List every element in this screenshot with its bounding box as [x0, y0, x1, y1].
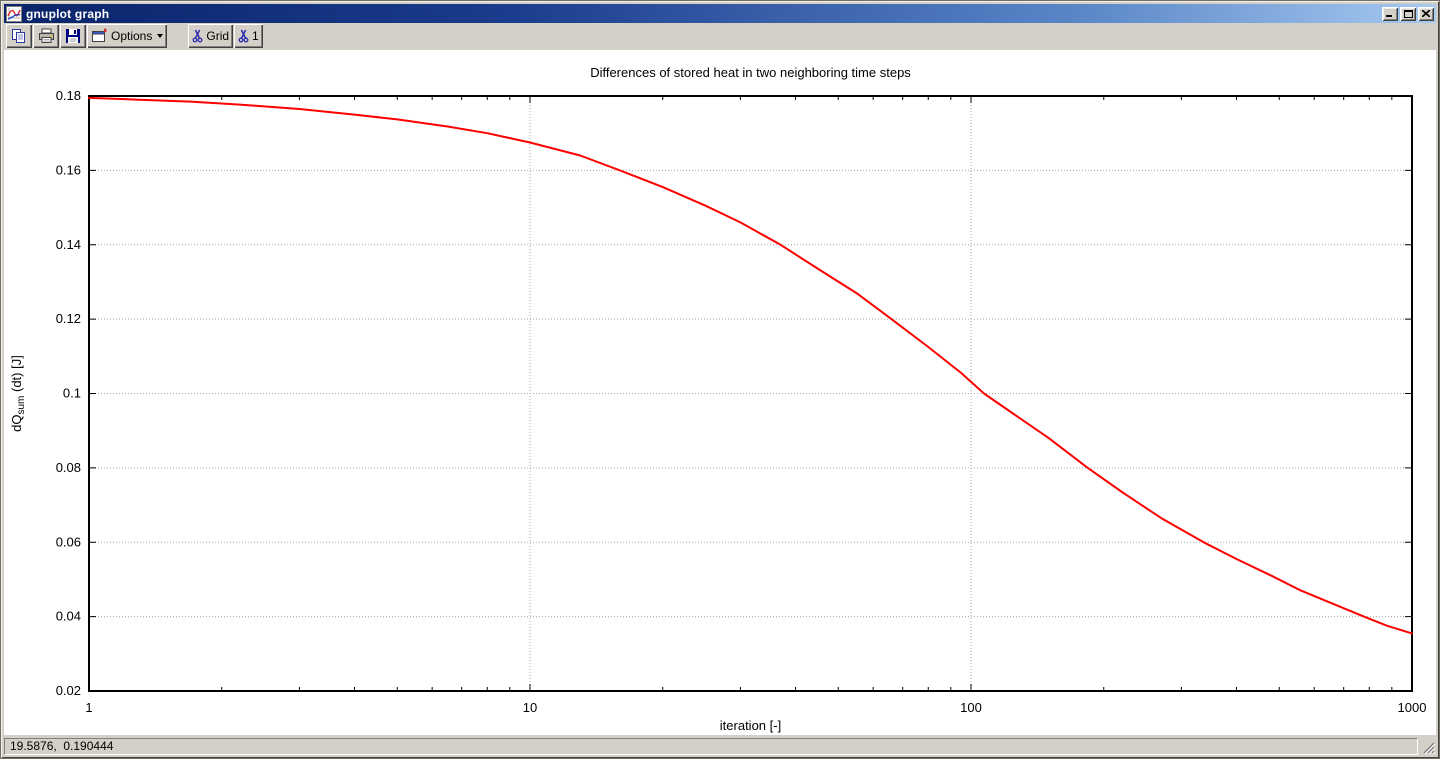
copy-button[interactable] [6, 24, 32, 48]
plot-1-button-label: 1 [252, 29, 259, 43]
mouse-coordinates: 19.5876, 0.190444 [10, 739, 113, 753]
y-tick-label: 0.06 [56, 534, 81, 549]
window-controls [1382, 7, 1434, 21]
plot-1-toggle-button[interactable]: 1 [234, 24, 263, 48]
y-tick-label: 0.1 [63, 386, 81, 401]
y-tick-label: 0.12 [56, 311, 81, 326]
y-tick-label: 0.14 [56, 237, 81, 252]
toolbar: Options Grid 1 [4, 23, 1436, 50]
gnuplot-logo-icon[interactable] [6, 6, 22, 22]
copy-icon [11, 28, 27, 44]
title-bar[interactable]: gnuplot graph [4, 4, 1436, 23]
x-tick-label: 10 [523, 700, 537, 715]
y-tick-label: 0.02 [56, 683, 81, 698]
minimize-button[interactable] [1382, 7, 1398, 21]
x-axis-label: iteration [-] [720, 718, 781, 733]
x-tick-label: 1 [85, 700, 92, 715]
status-field: 19.5876, 0.190444 [4, 738, 1418, 755]
print-button[interactable] [33, 24, 59, 48]
chart-title: Differences of stored heat in two neighb… [590, 65, 911, 80]
data-curve [89, 98, 1412, 634]
minimize-icon [1386, 10, 1394, 17]
chart-canvas[interactable]: 1 10 100 1000 0.02 0.04 0.06 0.08 0.1 0.12 0.14 0.1… [4, 50, 1436, 735]
status-bar: 19.5876, 0.190444 [4, 735, 1436, 755]
maximize-button[interactable] [1400, 7, 1416, 21]
options-icon [91, 28, 108, 44]
gnuplot-window: gnuplot graph [0, 0, 1440, 759]
close-icon [1422, 10, 1430, 17]
dropdown-arrow-icon [157, 34, 163, 38]
x-tick-label: 1000 [1398, 700, 1427, 715]
y-tick-label: 0.04 [56, 609, 81, 624]
scissors-icon [192, 29, 203, 43]
resize-grip[interactable] [1422, 739, 1436, 755]
print-icon [38, 28, 55, 44]
save-icon [65, 28, 81, 44]
grid-toggle-button[interactable]: Grid [188, 24, 233, 48]
y-tick-label: 0.18 [56, 88, 81, 103]
options-button[interactable]: Options [87, 24, 167, 48]
y-axis-label: dQsum (dt) [J] [9, 355, 27, 432]
close-button[interactable] [1418, 7, 1434, 21]
maximize-icon [1404, 10, 1413, 18]
save-button[interactable] [60, 24, 86, 48]
x-tick-label: 100 [960, 700, 982, 715]
options-button-label: Options [111, 29, 152, 43]
chart-plot: 1 10 100 1000 0.02 0.04 0.06 0.08 0.1 0.12 0.14 0.1… [4, 50, 1438, 737]
y-tick-label: 0.08 [56, 460, 81, 475]
grid-button-label: Grid [206, 29, 229, 43]
scissors-icon [238, 29, 249, 43]
y-tick-label: 0.16 [56, 162, 81, 177]
window-title: gnuplot graph [26, 7, 1382, 21]
